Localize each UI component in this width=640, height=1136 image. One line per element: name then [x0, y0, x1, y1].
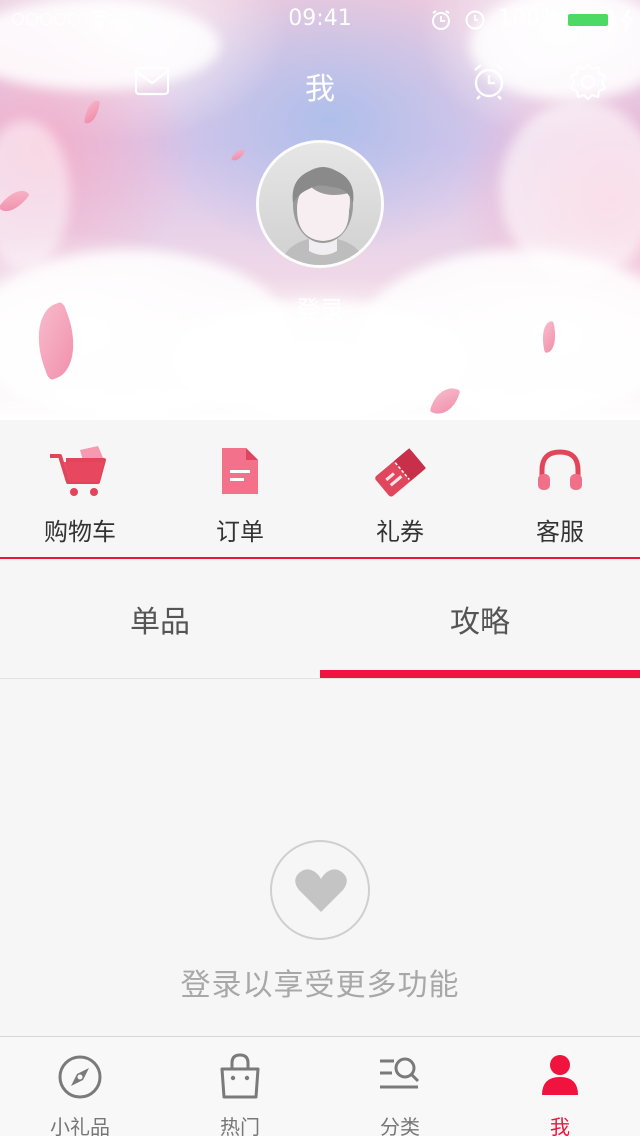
tabbar-item-gifts[interactable]: 小礼品 — [0, 1037, 160, 1136]
quick-menu-orders[interactable]: 订单 — [160, 420, 320, 558]
default-avatar-icon — [259, 143, 381, 265]
empty-state: 登录以享受更多功能 — [0, 680, 640, 1036]
page-title: 我 — [305, 72, 335, 107]
active-tab-indicator — [320, 670, 640, 678]
heart-icon — [295, 869, 347, 912]
coupon-ticket-icon — [375, 448, 426, 497]
tab-label: 攻略 — [450, 605, 510, 640]
person-icon — [542, 1055, 578, 1095]
quick-menu-label: 购物车 — [44, 518, 116, 546]
tabbar-item-me[interactable]: 我 — [480, 1037, 640, 1136]
profile-header-background: 09:41 100% 我 登录 — [0, 0, 640, 420]
content-tabs: 单品 攻略 — [0, 559, 640, 679]
settings-icon[interactable] — [568, 62, 608, 102]
compass-icon — [58, 1055, 102, 1099]
tabbar-label: 我 — [550, 1115, 570, 1136]
navigation-bar: 我 — [0, 40, 640, 128]
quick-menu-label: 客服 — [536, 518, 584, 546]
order-document-icon — [222, 448, 258, 494]
quick-menu-customer-service[interactable]: 客服 — [480, 420, 640, 558]
tabbar-label: 热门 — [220, 1115, 260, 1136]
quick-menu-label: 礼券 — [376, 518, 424, 546]
battery-icon — [564, 10, 616, 30]
clock-status-icon — [465, 10, 485, 30]
quick-menu: 购物车 订单 礼券 客服 — [0, 420, 640, 558]
battery-percentage: 100% — [498, 6, 561, 31]
quick-menu-label: 订单 — [216, 518, 264, 546]
shopping-bag-icon — [220, 1053, 260, 1099]
alarm-clock-status-icon — [432, 10, 450, 30]
category-search-icon — [380, 1057, 420, 1089]
charging-bolt-icon — [620, 8, 634, 32]
tab-single-items[interactable]: 单品 — [0, 559, 320, 678]
empty-state-message: 登录以享受更多功能 — [180, 968, 460, 1003]
tab-guides[interactable]: 攻略 — [320, 559, 640, 678]
headphones-icon — [538, 449, 582, 490]
tab-label: 单品 — [130, 605, 190, 640]
tabbar-label: 小礼品 — [50, 1115, 110, 1136]
petal-decoration — [231, 146, 245, 164]
tabbar-item-popular[interactable]: 热门 — [160, 1037, 320, 1136]
tabbar-item-categories[interactable]: 分类 — [320, 1037, 480, 1136]
shopping-cart-icon — [50, 446, 106, 496]
bottom-tab-bar: 小礼品 热门 分类 我 — [0, 1036, 640, 1136]
status-bar: 09:41 100% — [0, 0, 640, 40]
quick-menu-coupons[interactable]: 礼券 — [320, 420, 480, 558]
alarm-icon[interactable] — [470, 62, 508, 100]
login-link[interactable]: 登录 — [0, 290, 640, 325]
empty-state-icon-ring — [270, 840, 370, 940]
avatar[interactable] — [256, 140, 384, 268]
tabbar-label: 分类 — [380, 1115, 420, 1136]
quick-menu-cart[interactable]: 购物车 — [0, 420, 160, 558]
